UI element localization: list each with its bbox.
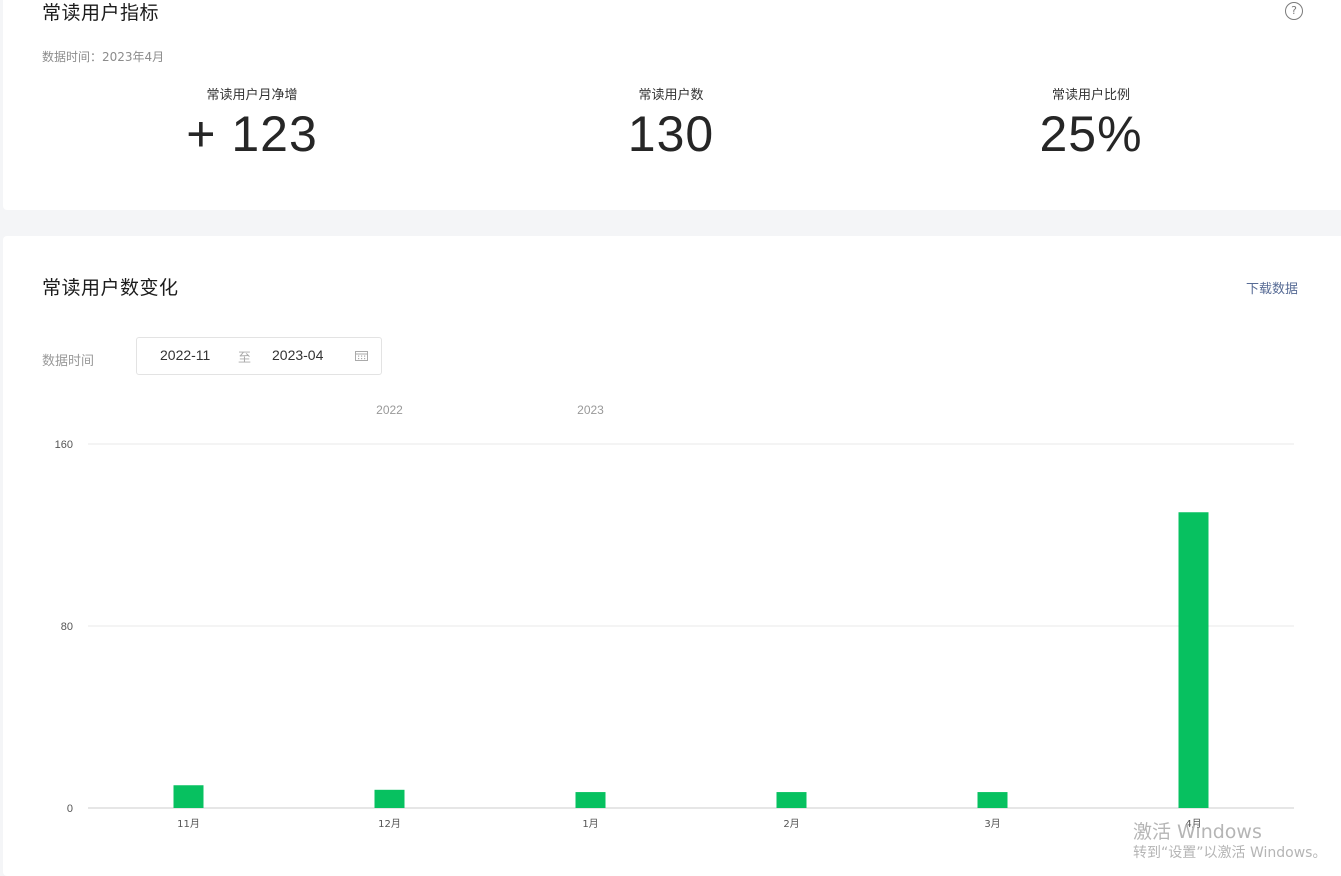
metric-value: 25% [1039,106,1143,162]
y-tick-label: 80 [61,621,73,633]
user-trend-bar-chart: 0 80 160 11月 12月 1月 2月 3月 4月 2022 2023 [55,403,1294,830]
x-tick-label: 12月 [378,818,401,830]
year-marker-label: 2022 [376,403,403,417]
metric-user-count: 常读用户数 130 [521,84,821,163]
metric-label: 常读用户比例 [1051,88,1130,103]
trend-card: 常读用户数变化 下载数据 数据时间 2022-11 至 2023-04 0 80 1… [3,236,1341,876]
bar [1178,512,1209,808]
bar [776,792,807,808]
metric-user-ratio: 常读用户比例 25% [941,84,1241,163]
y-tick-label: 0 [67,803,73,815]
y-tick-label: 160 [55,439,73,451]
metric-label: 常读用户月净增 [206,88,298,103]
metric-value: + 123 [186,106,318,162]
x-tick-label: 3月 [984,818,1000,830]
metrics-card-title: 常读用户指标 [42,2,160,24]
bar [173,785,204,808]
bar [374,789,405,808]
year-marker-label: 2023 [577,403,604,417]
metric-label: 常读用户数 [638,88,704,103]
x-tick-label: 4月 [1185,818,1201,830]
x-tick-label: 1月 [582,818,598,830]
metric-net-increase: 常读用户月净增 + 123 [102,84,402,163]
x-tick-label: 11月 [177,818,200,830]
question-circle-icon[interactable]: ? [1285,2,1303,20]
metrics-data-time: 数据时间：2023年4月 [42,50,165,64]
x-tick-label: 2月 [783,818,799,830]
metrics-card: 常读用户指标 ? 数据时间：2023年4月 常读用户月净增 + 123 常读用户… [3,0,1341,210]
metric-value: 130 [627,106,715,162]
bar [575,792,606,808]
bar [977,792,1008,808]
